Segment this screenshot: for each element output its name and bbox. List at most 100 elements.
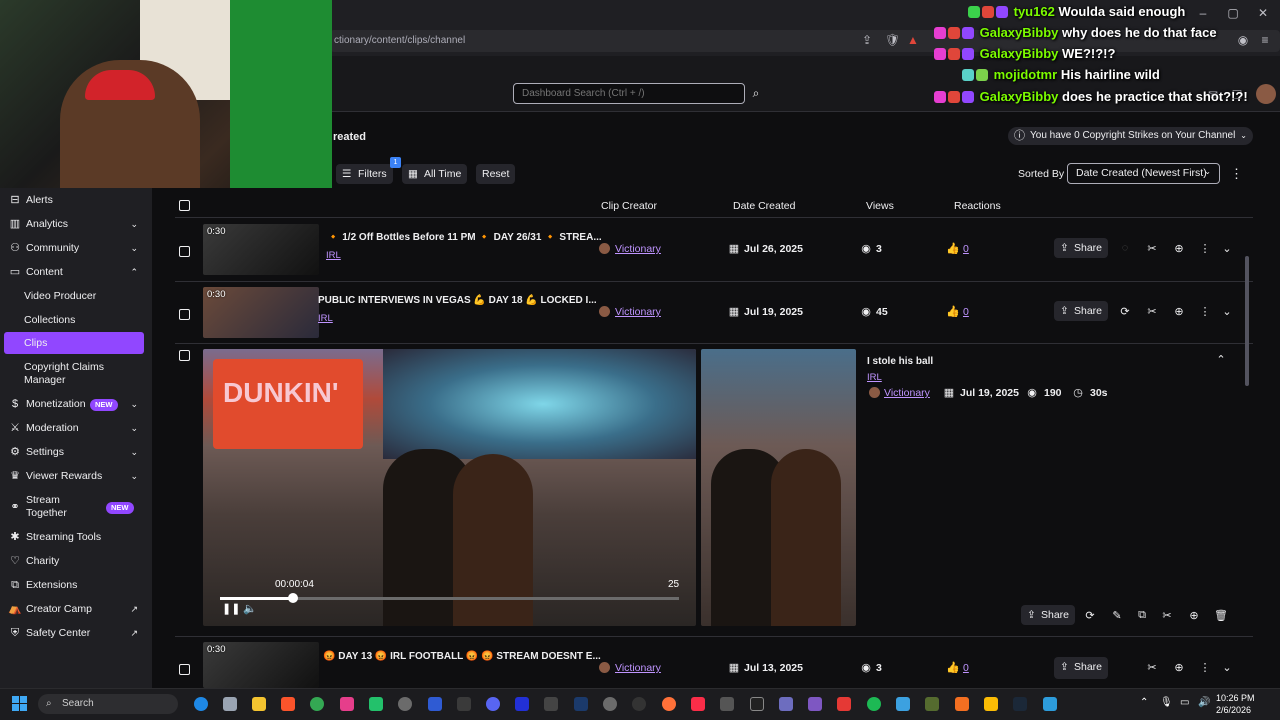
app-icon[interactable] <box>369 697 383 711</box>
avatar[interactable] <box>1256 84 1276 104</box>
scrollbar-thumb[interactable] <box>1245 256 1249 386</box>
extension-icon[interactable]: ◉ <box>1236 33 1250 47</box>
sidebar-item-alerts[interactable]: ⊟ Alerts <box>0 189 152 211</box>
taskbar-clock[interactable]: 10:26 PM <box>1216 693 1255 703</box>
sidebar-item-monetization[interactable]: $ Monetization ⌄ <box>0 393 152 415</box>
sidebar-item-video-producer[interactable]: Video Producer <box>24 290 144 303</box>
app-icon[interactable] <box>955 697 969 711</box>
add-icon[interactable]: ⊕ <box>1187 609 1201 622</box>
sidebar-item-extensions[interactable]: ⧉ Extensions <box>0 574 152 596</box>
minimize-icon[interactable]: – <box>1196 6 1210 20</box>
share-button[interactable]: ⇪ Share <box>1054 238 1109 258</box>
creator-link[interactable]: Victionary <box>615 306 661 318</box>
taskbar-date[interactable]: 2/6/2026 <box>1216 705 1251 715</box>
creator-link[interactable]: Victionary <box>615 662 661 674</box>
column-date-created[interactable]: Date Created <box>733 200 795 212</box>
clip-title[interactable]: PUBLIC INTERVIEWS IN VEGAS 💪 DAY 18 💪 LO… <box>318 295 597 306</box>
clip-vertical-preview[interactable] <box>701 349 856 626</box>
edit-icon[interactable]: ✎ <box>1110 609 1124 622</box>
windows-start-icon[interactable] <box>12 696 28 712</box>
loop-icon[interactable]: ⟳ <box>1118 305 1132 318</box>
menu-icon[interactable]: ≡ <box>1258 33 1272 47</box>
spotify-icon[interactable] <box>867 697 881 711</box>
reset-button[interactable]: Reset <box>476 164 516 184</box>
scissors-icon[interactable]: ✂ <box>1145 242 1159 255</box>
sidebar-item-community[interactable]: ⚇ Community ⌄ <box>0 237 152 259</box>
app-icon[interactable] <box>340 697 354 711</box>
taskbar-search[interactable]: ⌕ Search <box>38 694 178 714</box>
share-page-icon[interactable]: ⇪ <box>860 33 874 47</box>
sidebar-item-collections[interactable]: Collections <box>24 314 144 327</box>
add-icon[interactable]: ⊕ <box>1172 661 1186 674</box>
settings-app-icon[interactable] <box>223 697 237 711</box>
sidebar-item-viewer-rewards[interactable]: ♛ Viewer Rewards ⌄ <box>0 465 152 487</box>
search-icon[interactable]: ⌕ <box>745 83 767 104</box>
clip-reactions[interactable]: 0 <box>963 243 969 255</box>
brave-shield-icon[interactable]: 🛡 <box>885 33 900 47</box>
scissors-icon[interactable]: ✂ <box>1145 661 1159 674</box>
clip-thumbnail[interactable]: 0:30 <box>203 642 319 688</box>
volume-icon[interactable]: 🔈 <box>243 602 257 615</box>
all-time-button[interactable]: ▦ All Time <box>402 164 468 184</box>
share-button[interactable]: ⇪ Share <box>1021 605 1076 625</box>
chevron-up-icon[interactable]: ⌃ <box>1214 353 1228 366</box>
creator-link[interactable]: Victionary <box>884 387 930 399</box>
clip-category-link[interactable]: IRL <box>867 372 882 383</box>
more-icon[interactable]: ⋮ <box>1198 661 1212 674</box>
app-icon[interactable] <box>398 697 412 711</box>
app-icon[interactable] <box>428 697 442 711</box>
brave-rewards-icon[interactable]: ▲ <box>906 33 920 47</box>
app-icon[interactable] <box>925 697 939 711</box>
expanded-clip-title[interactable]: I stole his ball <box>867 356 933 367</box>
steam-icon[interactable] <box>1013 697 1027 711</box>
scissors-icon[interactable]: ✂ <box>1160 609 1174 622</box>
share-button[interactable]: ⇪ Share <box>1054 657 1109 679</box>
more-options-icon[interactable]: ⋮ <box>1230 166 1243 182</box>
delete-icon[interactable]: 🗑 <box>1214 609 1228 622</box>
clip-thumbnail[interactable]: 0:30 <box>203 287 319 338</box>
chevron-down-icon[interactable]: ⌄ <box>1220 305 1234 318</box>
app-icon[interactable] <box>720 697 734 711</box>
column-reactions[interactable]: Reactions <box>954 200 1001 212</box>
firefox-icon[interactable] <box>662 697 676 711</box>
sidebar-item-safety-center[interactable]: ⛨ Safety Center ↗ <box>0 622 152 644</box>
app-icon[interactable] <box>544 697 558 711</box>
external-link-icon[interactable]: ⧉ <box>1135 609 1149 622</box>
file-explorer-icon[interactable] <box>252 697 266 711</box>
edge-icon[interactable] <box>194 697 208 711</box>
scissors-icon[interactable]: ✂ <box>1145 305 1159 318</box>
pause-icon[interactable]: ❚❚ <box>222 602 240 615</box>
microphone-icon[interactable]: 🎙 <box>1160 697 1173 708</box>
clip-reactions[interactable]: 0 <box>963 662 969 674</box>
app-icon[interactable] <box>896 697 910 711</box>
close-icon[interactable]: ✕ <box>1256 6 1270 20</box>
row-checkbox[interactable] <box>179 309 190 320</box>
chevron-down-icon[interactable]: ⌄ <box>1220 661 1234 674</box>
discord-icon[interactable] <box>486 697 500 711</box>
column-views[interactable]: Views <box>866 200 894 212</box>
network-icon[interactable]: ▭ <box>1180 697 1189 708</box>
share-button[interactable]: ⇪ Share <box>1054 301 1109 321</box>
select-all-checkbox[interactable] <box>179 200 190 211</box>
dashboard-search-input[interactable] <box>513 83 745 104</box>
maximize-icon[interactable]: ▢ <box>1226 6 1240 20</box>
sidebar-item-settings[interactable]: ⚙ Settings ⌄ <box>0 441 152 463</box>
copyright-strikes-pill[interactable]: ⓘ You have 0 Copyright Strikes on Your C… <box>1008 127 1253 145</box>
sidebar-item-creator-camp[interactable]: ⛺ Creator Camp ↗ <box>0 598 152 620</box>
chrome-icon[interactable] <box>310 697 324 711</box>
column-clip-creator[interactable]: Clip Creator <box>601 200 657 212</box>
clip-category-link[interactable]: IRL <box>318 313 333 324</box>
loop-icon[interactable]: ⟳ <box>1083 609 1097 622</box>
app-icon[interactable] <box>837 697 851 711</box>
add-icon[interactable]: ⊕ <box>1172 305 1186 318</box>
sidebar-item-charity[interactable]: ♡ Charity <box>0 550 152 572</box>
app-icon[interactable] <box>603 697 617 711</box>
filters-button[interactable]: ☰ Filters <box>336 164 393 184</box>
sidebar-item-clips[interactable]: Clips <box>4 332 144 354</box>
app-icon[interactable] <box>750 697 764 711</box>
sidebar-item-content[interactable]: ▭ Content ⌃ <box>0 261 152 283</box>
vegas-icon[interactable] <box>515 697 529 711</box>
notepad-icon[interactable] <box>1043 697 1057 711</box>
clip-title[interactable]: 😡 DAY 13 😡 IRL FOOTBALL 😡 😡 STREAM DOESN… <box>323 651 601 662</box>
more-icon[interactable]: ⋮ <box>1198 305 1212 318</box>
